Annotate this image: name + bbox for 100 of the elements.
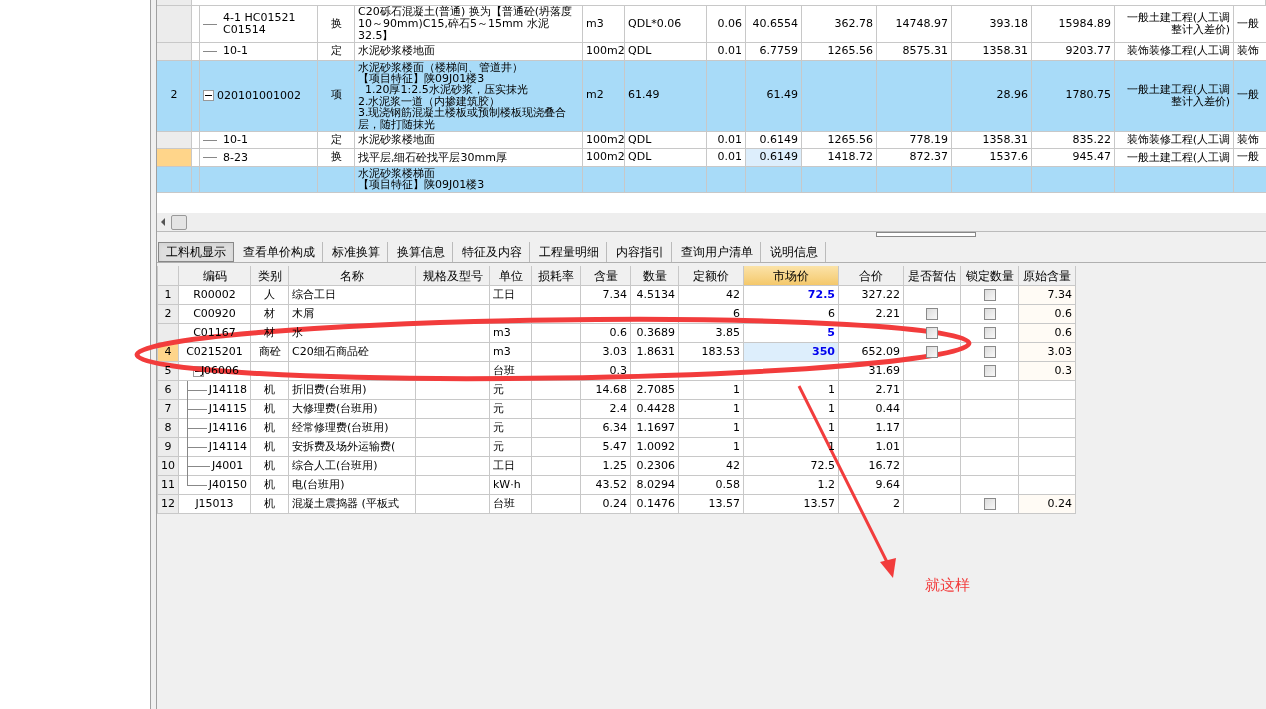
row-number[interactable]: 2 (157, 60, 192, 132)
table-cell: 0.6 (1019, 305, 1076, 324)
table-cell: 装饰装修工程(人工调 (1115, 43, 1234, 61)
code-text: R00002 (193, 286, 236, 303)
code-text: 10-1 (223, 134, 248, 147)
table-cell: 100m2 (583, 149, 625, 167)
tab[interactable]: 特征及内容 (455, 242, 530, 262)
tab[interactable]: 标准换算 (325, 242, 388, 262)
checkbox[interactable] (926, 346, 938, 358)
table-cell: 0.24 (1019, 495, 1076, 514)
name-line: 水泥砂浆楼梯面 (358, 167, 435, 180)
code-text: J15013 (195, 495, 234, 512)
table-cell: 台班 (490, 495, 532, 514)
table-cell: 一般土建工程(人工调整计入差价) (1115, 60, 1234, 132)
table-cell: QDL (625, 149, 707, 167)
checkbox[interactable] (983, 327, 996, 339)
checkbox[interactable] (983, 365, 996, 377)
tab[interactable]: 说明信息 (763, 242, 826, 262)
code-text: J14115 (208, 400, 247, 417)
table-cell: 13.57 (744, 495, 839, 514)
name-line: 1.20厚1:2.5水泥砂浆，压实抹光 (364, 84, 529, 96)
table-cell: 0.01 (707, 43, 746, 61)
table-cell: 9203.77 (1032, 43, 1115, 61)
code-text: J14116 (208, 419, 247, 436)
table-cell: 找平层,细石砼找平层30mm厚 (355, 149, 583, 167)
tab[interactable]: 工程量明细 (532, 242, 607, 262)
table-cell: 1537.6 (952, 149, 1032, 167)
code-text: 10-1 (223, 45, 248, 58)
code-text: C00920 (193, 305, 236, 322)
table-cell (707, 166, 746, 193)
table-cell (746, 166, 802, 193)
row-number[interactable]: 6 (158, 381, 179, 400)
collapse-icon[interactable] (203, 90, 214, 102)
table-cell: 100m2 (583, 43, 625, 61)
table-cell: QDL (625, 43, 707, 61)
row-number[interactable]: 8 (158, 419, 179, 438)
checkbox[interactable] (983, 308, 996, 320)
name-line: 【项目特征】陕09J01楼3 (358, 72, 485, 85)
table-cell: 1780.75 (1032, 60, 1115, 132)
table-cell: 0.6149 (746, 149, 802, 167)
table-cell: 项 (318, 60, 355, 132)
table-cell: 2 (839, 495, 904, 514)
table-cell: 1358.31 (952, 43, 1032, 61)
table-cell: 机 (251, 495, 289, 514)
table-cell: 一般 (1234, 149, 1266, 167)
row-number[interactable]: 12 (158, 495, 179, 514)
name-line: 水泥砂浆楼面（楼梯间、管道井） (358, 61, 524, 73)
row-number[interactable]: 1 (158, 286, 179, 305)
name-line: 2.水泥浆一道（内掺建筑胶） (358, 95, 501, 108)
table-cell: 1265.56 (802, 43, 877, 61)
table-cell: 872.37 (877, 149, 952, 167)
table-cell: 13.57 (679, 495, 744, 514)
checkbox[interactable] (926, 327, 938, 339)
checkbox[interactable] (983, 289, 996, 301)
name-line: 3.现浇钢筋混凝土楼板或预制楼板现浇叠合层，随打随抹光 (358, 107, 568, 130)
row-number[interactable]: 2 (158, 305, 179, 324)
row-number[interactable]: 11 (158, 476, 179, 495)
table-cell: 0.3 (1019, 362, 1076, 381)
table-cell: 8575.31 (877, 43, 952, 61)
table-cell: 0.24 (581, 495, 631, 514)
splitter-handle[interactable] (876, 232, 976, 237)
horizontal-scrollbar[interactable] (157, 213, 1266, 232)
row-number[interactable]: 9 (158, 438, 179, 457)
tab[interactable]: 查询用户清单 (674, 242, 761, 262)
code-text: J4001 (212, 457, 244, 474)
table-cell: 装饰 (1234, 43, 1266, 61)
table-cell: 1418.72 (802, 149, 877, 167)
table-cell: 3.03 (1019, 343, 1076, 362)
table-cell: 一般土建工程(人工调 (1115, 149, 1234, 167)
row-number[interactable]: 7 (158, 400, 179, 419)
table-cell: 0.6 (1019, 324, 1076, 343)
table-cell: 6.7759 (746, 43, 802, 61)
tab[interactable]: 换算信息 (390, 242, 453, 262)
column-header[interactable]: 市场价 (744, 266, 839, 286)
code-text: 020101001002 (217, 89, 301, 102)
checkbox[interactable] (983, 346, 996, 358)
tab[interactable]: 内容指引 (609, 242, 672, 262)
code-text: J14118 (208, 381, 247, 398)
table-cell: 7.34 (1019, 286, 1076, 305)
table-cell: m2 (583, 60, 625, 132)
table-cell: 水泥砂浆楼地面 (355, 43, 583, 61)
table-cell: 945.47 (1032, 149, 1115, 167)
tab[interactable]: 工料机显示 (158, 242, 234, 262)
tab[interactable]: 查看单价构成 (236, 242, 323, 262)
annotation-text: 就这样 (925, 575, 970, 596)
table-cell: 混凝土震捣器 (平板式 (289, 495, 416, 514)
checkbox[interactable] (983, 498, 996, 510)
scroll-left-icon[interactable] (161, 218, 165, 226)
name-line: 【项目特征】陕09J01楼3 (358, 179, 486, 191)
code-text: J40150 (208, 476, 247, 493)
checkbox[interactable] (926, 308, 938, 320)
scroll-thumb[interactable] (171, 214, 187, 230)
code-text: 8-23 (223, 151, 248, 164)
table-cell: 350 (744, 343, 839, 362)
row-number[interactable]: 10 (158, 457, 179, 476)
code-text: C0215201 (186, 343, 243, 360)
table-cell (532, 495, 581, 514)
table-cell: 61.49 (625, 60, 707, 132)
table-cell: 换 (318, 149, 355, 167)
table-cell (707, 60, 746, 132)
